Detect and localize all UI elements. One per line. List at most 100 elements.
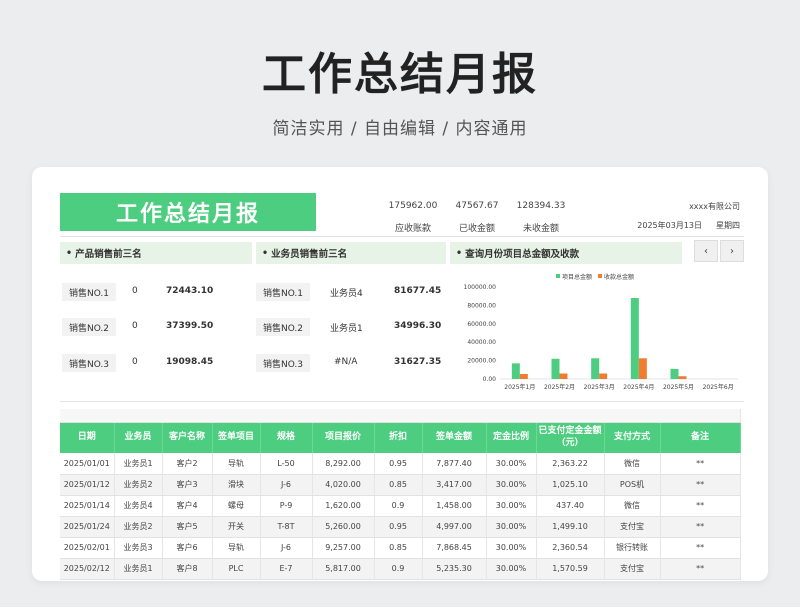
table-cell[interactable]: 2025/01/01 (60, 453, 115, 475)
table-cell[interactable]: ** (660, 558, 741, 580)
table-cell[interactable]: L-50 (260, 453, 313, 475)
table-cell[interactable]: 30.00% (486, 474, 537, 496)
table-cell[interactable]: ** (660, 453, 741, 475)
table-cell[interactable]: 导轨 (212, 537, 261, 559)
table-cell[interactable]: 30.00% (486, 453, 537, 475)
legend-swatch (556, 274, 560, 278)
section-query: • 查询月份项目总金额及收款 (450, 242, 682, 264)
table-cell[interactable]: 支付宝 (604, 516, 661, 538)
table-row[interactable]: 2025/02/12 业务员1 客户8 PLC E-7 5,817.00 0.9 5,235.… (60, 558, 741, 580)
table-cell[interactable]: 1,620.00 (312, 495, 375, 517)
prev-month-button[interactable]: ‹ (694, 240, 718, 262)
table-row[interactable]: 2025/02/01 业务员3 客户6 导轨 J-6 9,257.00 0.85 7,868.… (60, 537, 741, 559)
table-cell[interactable]: 2025/02/01 (60, 537, 115, 559)
table-cell[interactable]: 银行转账 (604, 537, 661, 559)
table-cell[interactable]: 支付宝 (604, 558, 661, 580)
table-cell[interactable]: 4,997.00 (422, 516, 487, 538)
table-cell[interactable]: 业务员1 (114, 453, 163, 475)
page-title: 工作总结月报 (262, 49, 538, 100)
next-month-button[interactable]: › (720, 240, 744, 262)
table-cell[interactable]: 螺母 (212, 495, 261, 517)
table-cell[interactable]: POS机 (604, 474, 661, 496)
legend-label: 项目总金额 (562, 273, 592, 281)
table-cell[interactable]: 30.00% (486, 558, 537, 580)
table-cell[interactable]: 2025/02/12 (60, 558, 115, 580)
table-cell[interactable]: 业务员4 (114, 495, 163, 517)
table-cell[interactable]: 导轨 (212, 453, 261, 475)
table-cell[interactable]: 7,877.40 (422, 453, 487, 475)
table-cell[interactable]: J-6 (260, 474, 313, 496)
table-cell[interactable]: 5,817.00 (312, 558, 375, 580)
table-cell[interactable]: 客户3 (162, 474, 213, 496)
table-cell[interactable]: 3,417.00 (422, 474, 487, 496)
table-cell[interactable]: ** (660, 537, 741, 559)
table-cell[interactable]: ** (660, 474, 741, 496)
table-cell[interactable]: 2,363.22 (536, 453, 605, 475)
table-cell[interactable]: 客户8 (162, 558, 213, 580)
table-cell[interactable]: 5,260.00 (312, 516, 375, 538)
table-cell[interactable]: 0.95 (374, 516, 423, 538)
table-cell[interactable]: 业务员2 (114, 474, 163, 496)
rank-name: 业务员4 (330, 289, 363, 299)
x-tick-label: 2025年4月 (623, 383, 654, 391)
table-cell[interactable]: 437.40 (536, 495, 605, 517)
table-cell[interactable]: 微信 (604, 453, 661, 475)
x-tick-label: 2025年2月 (544, 383, 575, 391)
table-cell[interactable]: E-7 (260, 558, 313, 580)
table-cell[interactable]: 客户6 (162, 537, 213, 559)
table-cell[interactable]: 1,458.00 (422, 495, 487, 517)
divider (60, 401, 744, 402)
table-body: 2025/01/01 业务员1 客户2 导轨 L-50 8,292.00 0.95 7,877… (60, 453, 741, 580)
table-cell[interactable]: J-6 (260, 537, 313, 559)
table-cell[interactable]: P-9 (260, 495, 313, 517)
table-cell[interactable]: 客户4 (162, 495, 213, 517)
table-cell[interactable]: 30.00% (486, 537, 537, 559)
table-cell[interactable]: 1,025.10 (536, 474, 605, 496)
table-cell[interactable]: 5,235.30 (422, 558, 487, 580)
table-cell[interactable]: 8,292.00 (312, 453, 375, 475)
table-cell[interactable]: 0.9 (374, 495, 423, 517)
table-cell[interactable]: 9,257.00 (312, 537, 375, 559)
table-cell[interactable]: PLC (212, 558, 261, 580)
table-cell[interactable]: 0.95 (374, 453, 423, 475)
table-cell[interactable]: 4,020.00 (312, 474, 375, 496)
y-tick-label: 100000.00 (464, 284, 497, 291)
table-cell[interactable]: 业务员2 (114, 516, 163, 538)
table-cell[interactable]: 业务员1 (114, 558, 163, 580)
table-cell[interactable]: 30.00% (486, 495, 537, 517)
divider (60, 236, 744, 237)
table-cell[interactable]: 2025/01/12 (60, 474, 115, 496)
table-cell[interactable]: 微信 (604, 495, 661, 517)
table-cell[interactable]: ** (660, 516, 741, 538)
table-cell[interactable]: 2025/01/14 (60, 495, 115, 517)
table-cell[interactable]: 滑块 (212, 474, 261, 496)
bar-received (638, 358, 647, 379)
table-cell[interactable]: ** (660, 495, 741, 517)
bar-total (630, 298, 639, 379)
table-cell[interactable]: 1,499.10 (536, 516, 605, 538)
rank-value: 0 (132, 321, 138, 331)
table-cell[interactable]: 1,570.59 (536, 558, 605, 580)
table-cell[interactable]: 0.9 (374, 558, 423, 580)
column-header: 项目报价 (312, 422, 375, 453)
rank-tag: 销售NO.2 (62, 318, 116, 336)
rank-amount: 72443.10 (166, 286, 214, 296)
table-cell[interactable]: 开关 (212, 516, 261, 538)
table-cell[interactable]: 客户2 (162, 453, 213, 475)
kpi-receivable-value: 175962.00 (388, 201, 438, 211)
table-row[interactable]: 2025/01/12 业务员2 客户3 滑块 J-6 4,020.00 0.85 3,417.… (60, 474, 741, 496)
table-cell[interactable]: 7,868.45 (422, 537, 487, 559)
table-cell[interactable]: T-8T (260, 516, 313, 538)
table-cell[interactable]: 业务员3 (114, 537, 163, 559)
table-cell[interactable]: 2025/01/24 (60, 516, 115, 538)
table-cell[interactable]: 0.85 (374, 474, 423, 496)
y-tick-label: 40000.00 (467, 339, 496, 346)
table-cell[interactable]: 2,360.54 (536, 537, 605, 559)
company-name: xxxx有限公司 (689, 202, 740, 211)
table-cell[interactable]: 客户5 (162, 516, 213, 538)
table-cell[interactable]: 0.85 (374, 537, 423, 559)
table-row[interactable]: 2025/01/01 业务员1 客户2 导轨 L-50 8,292.00 0.95 7,877… (60, 453, 741, 475)
table-cell[interactable]: 30.00% (486, 516, 537, 538)
table-row[interactable]: 2025/01/24 业务员2 客户5 开关 T-8T 5,260.00 0.95 4,997… (60, 516, 741, 538)
table-row[interactable]: 2025/01/14 业务员4 客户4 螺母 P-9 1,620.00 0.9 1,458.0… (60, 495, 741, 517)
